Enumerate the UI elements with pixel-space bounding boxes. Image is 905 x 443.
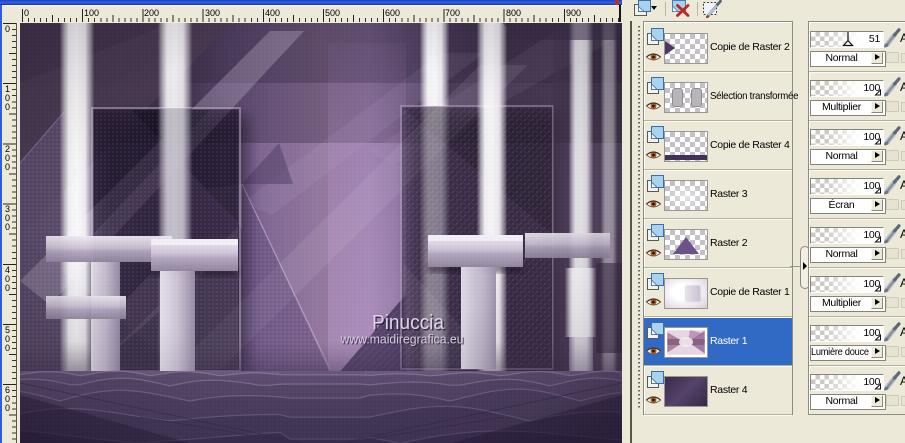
svg-text:A: A [900,178,905,192]
svg-text:A: A [900,227,905,241]
svg-text:A: A [900,374,905,388]
svg-text:A: A [900,129,905,143]
svg-text:www.maidiregrafica.eu: www.maidiregrafica.eu [340,332,464,347]
svg-text:A: A [900,80,905,94]
svg-text:A: A [900,276,905,290]
svg-text:A: A [900,325,905,339]
svg-text:A: A [900,31,905,45]
